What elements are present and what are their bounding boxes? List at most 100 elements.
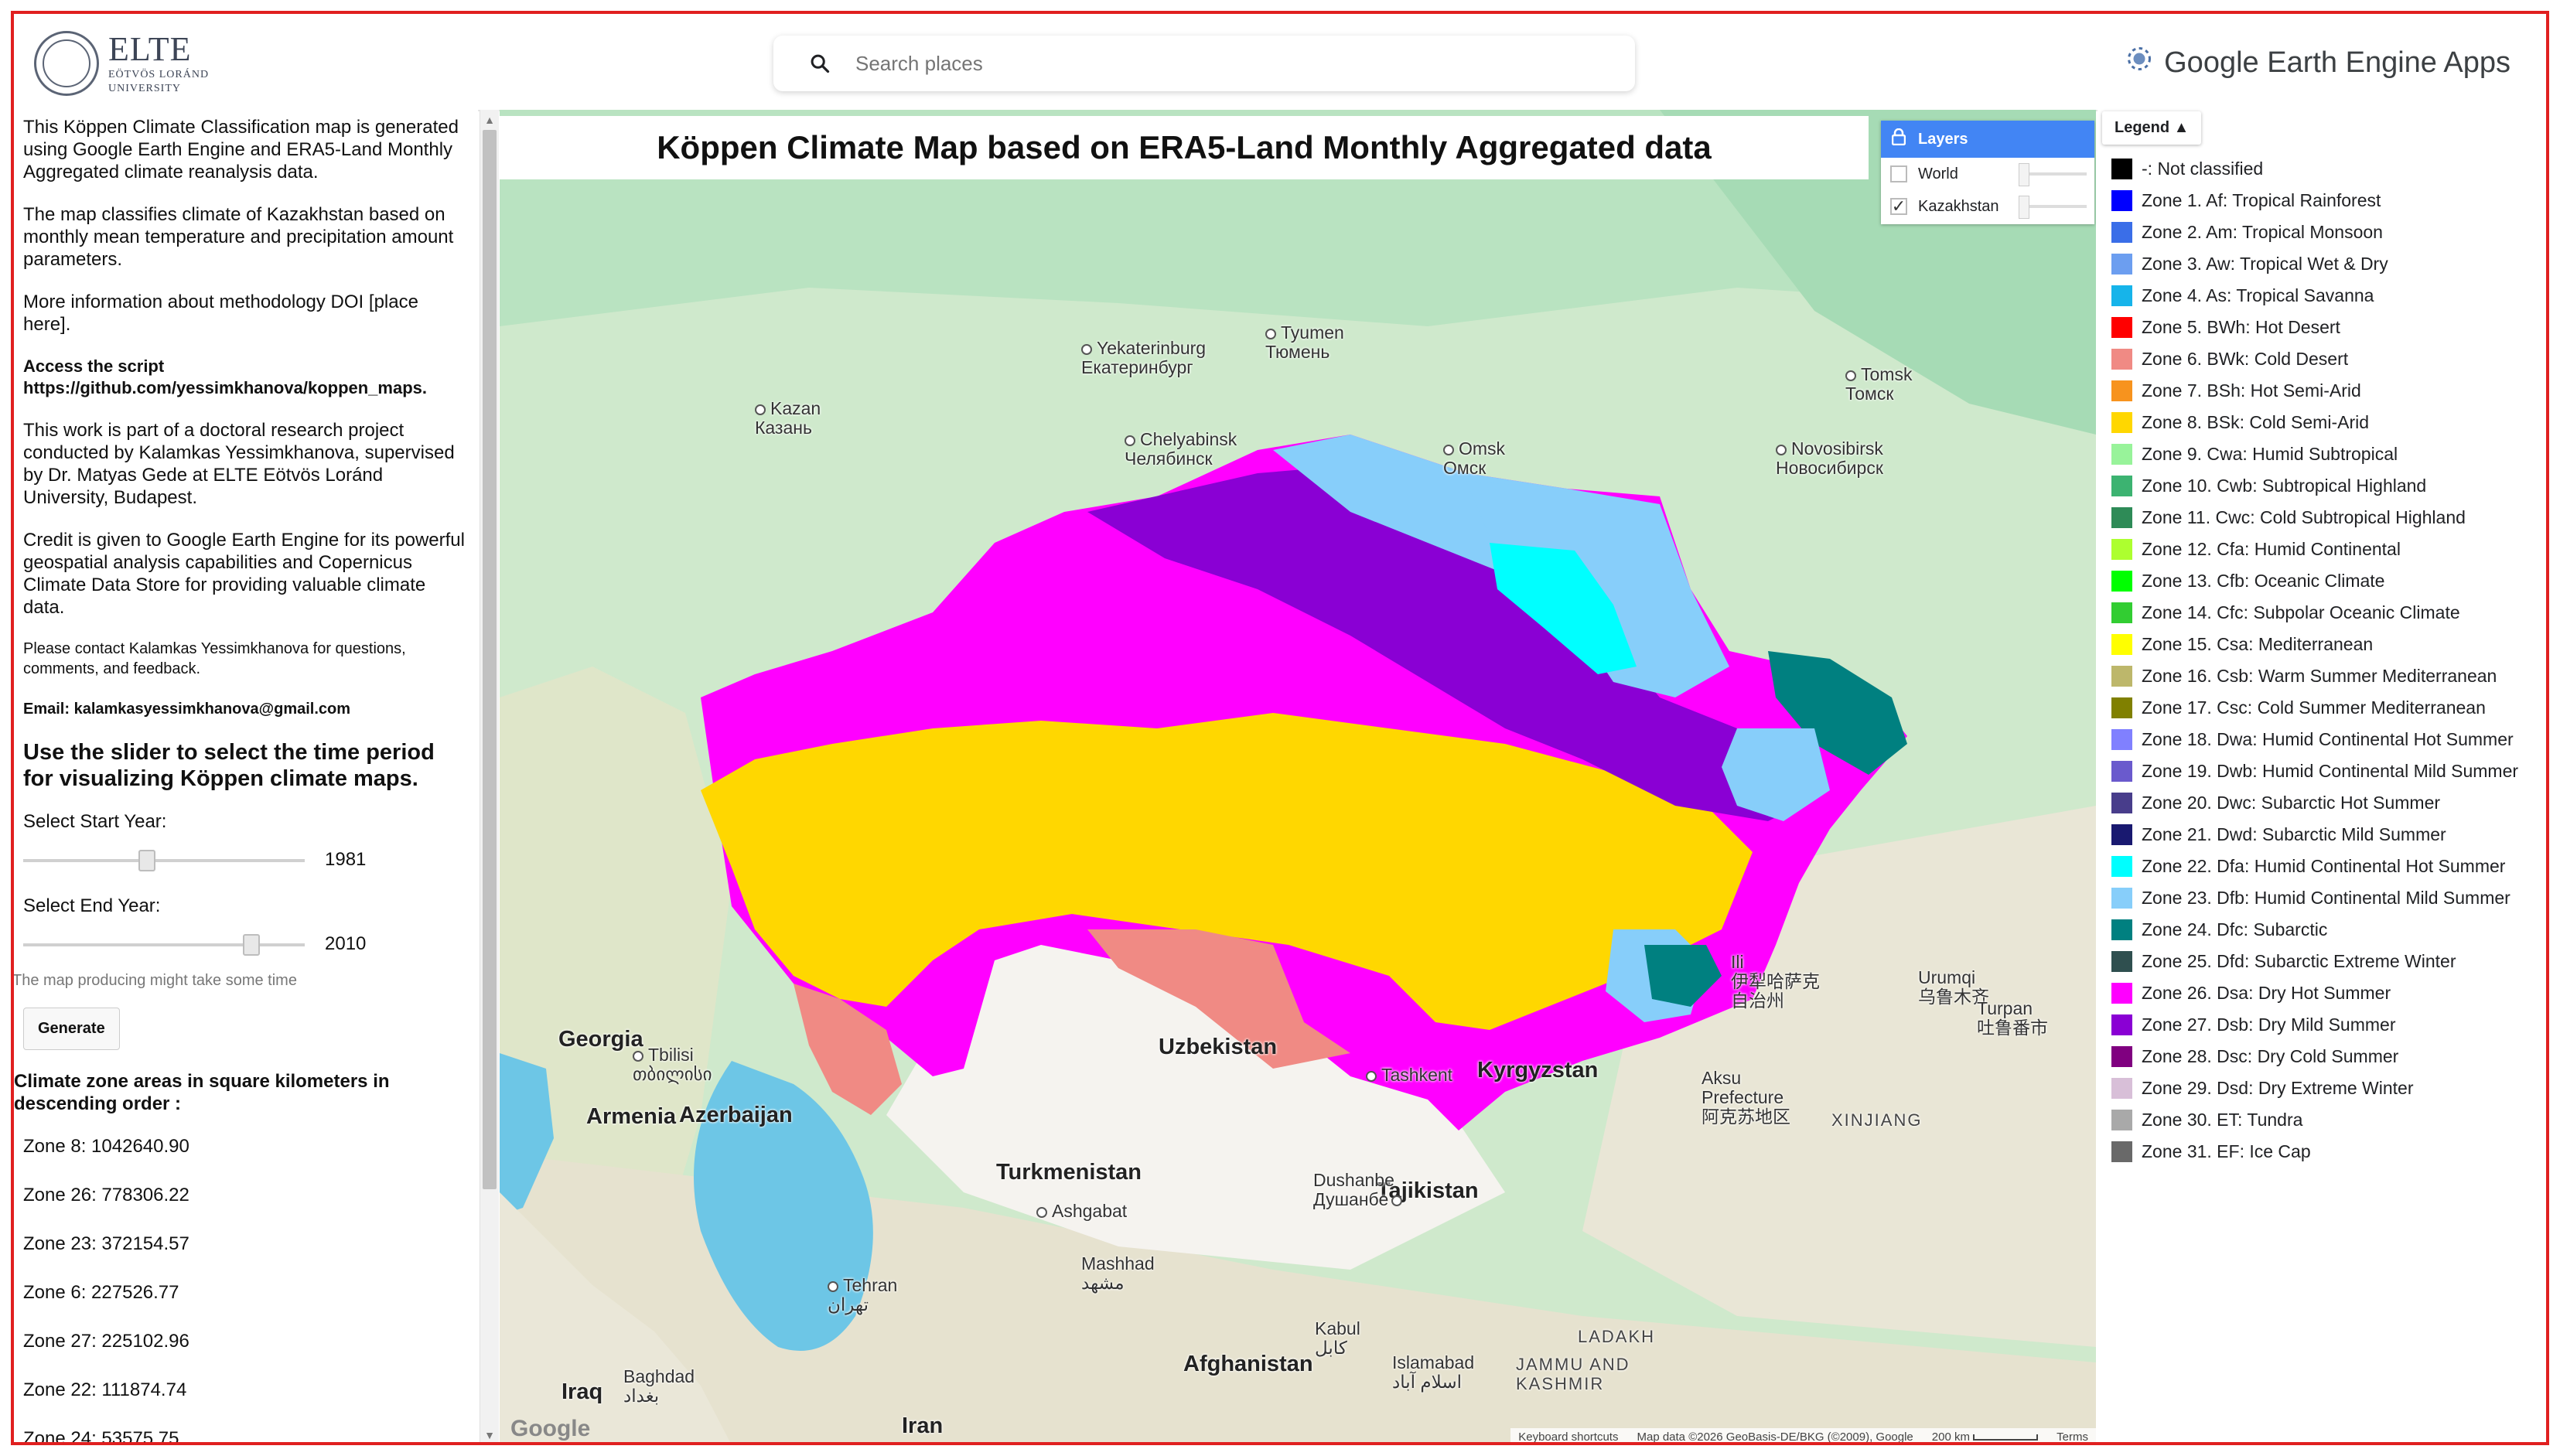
legend-label: Zone 11. Cwc: Cold Subtropical Highland	[2142, 507, 2466, 527]
legend-label: Zone 25. Dfd: Subarctic Extreme Winter	[2142, 951, 2456, 971]
map-label-armenia: Armenia	[586, 1104, 677, 1129]
legend-panel: Legend ▲ -: Not classified Zone 1. Af: Tr…	[2097, 110, 2546, 1445]
legend-label: Zone 7. BSh: Hot Semi-Arid	[2142, 380, 2361, 401]
layers-header[interactable]: Layers	[1881, 121, 2094, 158]
search-input[interactable]	[854, 50, 1553, 77]
legend-label: Zone 19. Dwb: Humid Continental Mild Sum…	[2142, 761, 2519, 781]
layer-world-checkbox[interactable]	[1890, 165, 1907, 182]
legend-label: Zone 12. Cfa: Humid Continental	[2142, 539, 2401, 559]
map-label-tomsk: Tomsk Томск	[1845, 364, 1913, 404]
legend-item: Zone 12. Cfa: Humid Continental	[2111, 534, 2518, 565]
keyboard-shortcuts-link[interactable]: Keyboard shortcuts	[1518, 1430, 1618, 1444]
legend-label: Zone 2. Am: Tropical Monsoon	[2142, 222, 2383, 242]
legend-label: Zone 10. Cwb: Subtropical Highland	[2142, 476, 2427, 496]
legend-swatch	[2111, 285, 2132, 306]
areas-list: Zone 8: 1042640.90 Zone 26: 778306.22 Zone…	[23, 1135, 469, 1445]
legend-swatch	[2111, 539, 2132, 560]
legend-swatch	[2111, 317, 2132, 338]
legend-item: Zone 2. Am: Tropical Monsoon	[2111, 217, 2518, 248]
google-logo[interactable]: Google	[510, 1416, 590, 1442]
legend-item: Zone 9. Cwa: Humid Subtropical	[2111, 438, 2518, 470]
map-label-tehran: Tehran تهران	[828, 1275, 898, 1314]
map-label-dushanbe: Dushanbe Душанбе	[1313, 1171, 1407, 1209]
layer-world-opacity-slider[interactable]	[2019, 163, 2087, 186]
legend-label: Zone 24. Dfc: Subarctic	[2142, 919, 2328, 939]
legend-item: Zone 30. ET: Tundra	[2111, 1104, 2518, 1136]
legend-item: Zone 7. BSh: Hot Semi-Arid	[2111, 375, 2518, 407]
scale-bar: 200 km	[1932, 1430, 2039, 1444]
legend-label: Zone 16. Csb: Warm Summer Mediterranean	[2142, 666, 2497, 686]
gee-brand[interactable]: Google Earth Engine Apps	[2125, 45, 2511, 80]
email-text: Email: kalamkasyessimkhanova@gmail.com	[23, 701, 351, 718]
legend-label: Zone 23. Dfb: Humid Continental Mild Sum…	[2142, 888, 2511, 908]
logo-sub1: EÖTVÖS LORÁND	[108, 69, 210, 80]
legend-swatch	[2111, 1141, 2132, 1162]
layers-panel[interactable]: Layers World ✓ Kazakhstan	[1881, 121, 2094, 224]
map-canvas[interactable]: Köppen Climate Map based on ERA5-Land Mo…	[500, 110, 2096, 1445]
scroll-up-icon[interactable]: ▲	[483, 113, 497, 127]
legend-swatch	[2111, 919, 2132, 940]
app-header: ELTE EÖTVÖS LORÁND UNIVERSITY Google Ear…	[14, 14, 2546, 111]
legend-item: Zone 6. BWk: Cold Desert	[2111, 343, 2518, 375]
end-year-value: 2010	[325, 933, 367, 954]
legend-swatch	[2111, 793, 2132, 813]
legend-item: Zone 19. Dwb: Humid Continental Mild Sum…	[2111, 755, 2518, 787]
map-label-iran: Iran	[902, 1413, 944, 1438]
more-info-text: More information about methodology DOI […	[23, 292, 418, 335]
legend-item: Zone 11. Cwc: Cold Subtropical Highland	[2111, 502, 2518, 534]
legend-label: Zone 13. Cfb: Oceanic Climate	[2142, 571, 2385, 591]
map-label-tbilisi: Tbilisi თბილისი	[633, 1045, 712, 1084]
area-row: Zone 8: 1042640.90	[23, 1136, 189, 1157]
map-label-tyumen: Tyumen Тюмень	[1265, 322, 1344, 362]
legend-toggle-button[interactable]: Legend ▲	[2102, 111, 2202, 145]
scrollbar-thumb[interactable]	[483, 130, 497, 1189]
legend-item: Zone 4. As: Tropical Savanna	[2111, 280, 2518, 312]
map-label-tashkent: Tashkent	[1366, 1066, 1452, 1085]
map-label-novosibirsk: Novosibirsk Новосибирск	[1776, 438, 1883, 478]
legend-swatch	[2111, 380, 2132, 401]
start-year-slider[interactable]: 1981	[23, 845, 469, 876]
map-label-ashgabat: Ashgabat	[1036, 1202, 1127, 1221]
legend-item: Zone 20. Dwc: Subarctic Hot Summer	[2111, 787, 2518, 819]
layer-kazakhstan-opacity-slider[interactable]	[2019, 196, 2087, 219]
intro-text: This Köppen Climate Classification map i…	[23, 117, 459, 182]
access-script-link[interactable]: Access the script https://github.com/yes…	[23, 356, 469, 399]
map-label-kazan: Kazan Казань	[755, 398, 821, 438]
legend-item: -: Not classified	[2111, 153, 2518, 185]
elte-logo[interactable]: ELTE EÖTVÖS LORÁND UNIVERSITY	[34, 25, 220, 102]
layers-title: Layers	[1918, 130, 1968, 148]
terms-link[interactable]: Terms	[2057, 1430, 2088, 1444]
map-label-xinjiang: XINJIANG	[1831, 1110, 1923, 1130]
end-year-thumb[interactable]	[242, 934, 260, 956]
scroll-down-icon[interactable]: ▼	[483, 1428, 497, 1442]
legend-swatch	[2111, 349, 2132, 370]
legend-swatch	[2111, 856, 2132, 877]
sidebar-scrollbar[interactable]: ▲ ▼	[480, 110, 499, 1445]
map-label-islamabad: Islamabad اسلام آباد	[1392, 1352, 1475, 1392]
end-year-slider[interactable]: 2010	[23, 929, 469, 960]
check-icon: ✓	[1891, 196, 1906, 216]
legend-label: Zone 26. Dsa: Dry Hot Summer	[2142, 983, 2391, 1003]
legend-swatch	[2111, 1078, 2132, 1099]
lock-icon	[1891, 128, 1906, 150]
layer-kazakhstan-checkbox[interactable]: ✓	[1890, 196, 1907, 216]
generate-button[interactable]: Generate	[23, 1008, 120, 1050]
end-year-label: Select End Year:	[23, 895, 161, 916]
legend-item: Zone 15. Csa: Mediterranean	[2111, 629, 2518, 660]
map-label-aksu: Aksu Prefecture 阿克苏地区	[1702, 1068, 1790, 1127]
search-bar[interactable]	[773, 36, 1635, 91]
processing-note: The map producing might take some time	[14, 972, 297, 989]
legend-swatch	[2111, 824, 2132, 845]
legend-swatch	[2111, 412, 2132, 433]
layer-row-world[interactable]: World	[1881, 158, 2094, 190]
area-row: Zone 6: 227526.77	[23, 1282, 179, 1303]
start-year-thumb[interactable]	[138, 850, 156, 871]
legend-label: Zone 1. Af: Tropical Rainforest	[2142, 190, 2381, 210]
legend-swatch	[2111, 571, 2132, 592]
map-label-omsk: Omsk Омск	[1443, 438, 1506, 478]
layer-row-kazakhstan[interactable]: ✓ Kazakhstan	[1881, 190, 2094, 223]
legend-item: Zone 17. Csc: Cold Summer Mediterranean	[2111, 692, 2518, 724]
classification-text: The map classifies climate of Kazakhstan…	[23, 204, 454, 270]
legend-item: Zone 28. Dsc: Dry Cold Summer	[2111, 1041, 2518, 1072]
legend-swatch	[2111, 983, 2132, 1004]
